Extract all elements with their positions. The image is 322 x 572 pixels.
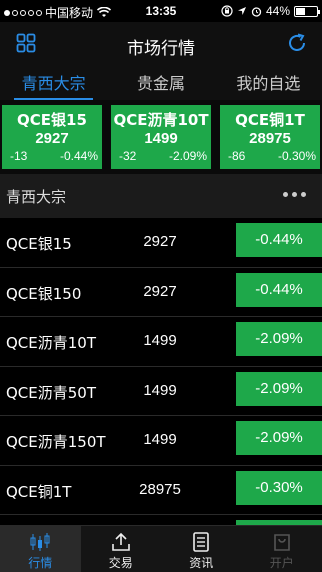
card-name: QCE铜1T: [235, 111, 305, 129]
quote-list: QCE银15 2927 -0.44% QCE银150 2927 -0.44% Q…: [0, 218, 322, 525]
tab-news-label: 资讯: [189, 556, 214, 570]
table-row[interactable]: QCE银15 2927 -0.44%: [0, 218, 322, 268]
row-name: QCE铜1T: [6, 482, 72, 501]
card-name: QCE沥青10T: [113, 111, 209, 129]
bottom-tab-bar: 行情 交易 资讯 开户: [0, 525, 322, 572]
tab-trade[interactable]: 交易: [81, 526, 162, 572]
lock-rotation-icon: [221, 5, 233, 17]
card-change: -13: [10, 149, 28, 163]
row-price: 2927: [143, 282, 177, 300]
row-name: QCE银15: [6, 235, 72, 253]
row-price: 1499: [143, 431, 177, 448]
card-percent: -0.44%: [59, 149, 98, 163]
card-price: 28975: [249, 130, 291, 147]
tab-open-account[interactable]: 开户: [242, 526, 322, 572]
battery-percent: 44%: [265, 4, 290, 18]
tab-my-watchlist[interactable]: 我的自选: [215, 66, 322, 100]
quote-card[interactable]: QCE沥青10T 1499 -32 -2.09%: [111, 105, 211, 169]
section-header: 青西大宗: [0, 174, 322, 218]
card-change: -32: [119, 149, 137, 163]
page-title: 市场行情: [127, 39, 195, 59]
section-title: 青西大宗: [6, 188, 67, 206]
tab-qingxi[interactable]: 青西大宗: [0, 66, 107, 100]
table-row[interactable]: QCE银150 2927 -0.44%: [0, 267, 322, 317]
tab-trade-label: 交易: [108, 556, 133, 570]
table-row[interactable]: [0, 515, 322, 525]
card-name: QCE银15: [17, 111, 87, 129]
table-row[interactable]: QCE沥青50T 1499 -2.09%: [0, 366, 322, 416]
category-tabs: 青西大宗 贵金属 我的自选: [0, 66, 322, 100]
row-name: QCE沥青50T: [6, 383, 97, 402]
more-icon[interactable]: [283, 192, 306, 197]
tab-open-account-label: 开户: [269, 556, 294, 570]
row-price: 1499: [143, 381, 177, 399]
status-bar: 中国移动 13:35 44%: [0, 0, 322, 22]
row-name: QCE银150: [6, 284, 82, 303]
row-name: QCE沥青150T: [6, 433, 106, 451]
row-percent: -0.44%: [236, 223, 322, 257]
card-change: -86: [228, 149, 246, 163]
row-price: 2927: [143, 233, 177, 250]
news-icon: [193, 532, 210, 552]
quote-card[interactable]: QCE铜1T 28975 -86 -0.30%: [220, 105, 320, 169]
tab-precious-metals[interactable]: 贵金属: [107, 66, 214, 100]
row-percent: -0.30%: [236, 470, 322, 505]
row-price: 1499: [143, 332, 177, 349]
row-percent: -2.09%: [236, 421, 322, 455]
table-row[interactable]: QCE沥青10T 1499 -2.09%: [0, 317, 322, 367]
nav-bar: 市场行情: [0, 22, 322, 66]
tab-market[interactable]: 行情: [0, 526, 81, 572]
chart-icon: [30, 533, 50, 551]
card-price: 2927: [35, 130, 69, 147]
tab-news[interactable]: 资讯: [161, 526, 242, 572]
tab-market-label: 行情: [28, 556, 53, 570]
card-percent: -2.09%: [168, 149, 207, 163]
refresh-icon[interactable]: [286, 32, 308, 54]
row-percent: -2.09%: [236, 322, 322, 356]
row-price: 28975: [139, 480, 181, 498]
table-row[interactable]: QCE铜1T 28975 -0.30%: [0, 465, 322, 515]
battery-icon: [294, 5, 320, 17]
upload-icon: [111, 532, 130, 551]
quote-cards: QCE银15 2927 -13 -0.44% QCE沥青10T 1499 -32 -…: [0, 100, 322, 174]
alarm-icon: [251, 6, 262, 17]
row-percent: -0.44%: [236, 272, 322, 307]
table-row[interactable]: QCE沥青150T 1499 -2.09%: [0, 416, 322, 466]
bag-icon: [273, 534, 290, 551]
location-icon: [237, 7, 246, 15]
row-percent: -2.09%: [236, 371, 322, 406]
card-percent: -0.30%: [277, 149, 316, 163]
row-name: QCE沥青10T: [6, 334, 97, 352]
quote-card[interactable]: QCE银15 2927 -13 -0.44%: [2, 105, 102, 169]
card-price: 1499: [144, 130, 178, 147]
